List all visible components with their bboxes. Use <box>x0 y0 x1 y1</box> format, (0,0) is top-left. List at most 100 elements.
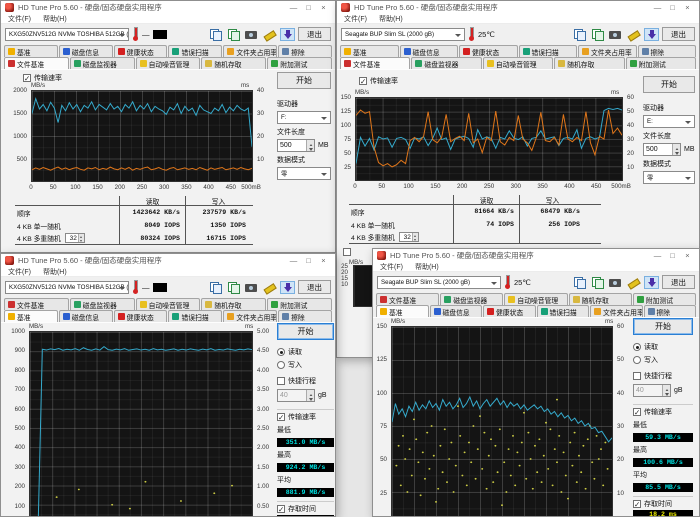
minimize-icon[interactable]: — <box>286 254 301 267</box>
exit-button[interactable]: 退出 <box>662 275 695 289</box>
copy-icon[interactable] <box>208 281 223 294</box>
start-button[interactable]: 开始 <box>633 318 693 335</box>
checkbox-box[interactable]: ✓ <box>277 413 285 421</box>
file-length-stepper[interactable]: 500 <box>277 139 315 152</box>
drive-letter-select[interactable]: E: <box>643 115 695 128</box>
drive-select[interactable]: Seagate BUP Slim SL (2000 gB) <box>377 276 501 289</box>
maximize-icon[interactable]: □ <box>665 249 680 262</box>
close-icon[interactable]: × <box>316 1 331 14</box>
tab-folder-usage[interactable]: 文件夹占用率 <box>223 45 277 57</box>
close-icon[interactable]: × <box>680 249 695 262</box>
transfer-rate-checkbox[interactable]: ✓传输速率 <box>277 412 334 422</box>
write-radio[interactable]: 写入 <box>633 355 693 365</box>
start-button[interactable]: 开始 <box>277 72 331 89</box>
tab-file-benchmark[interactable]: 文件基准 <box>4 298 69 310</box>
read-radio[interactable]: 读取 <box>633 342 693 352</box>
copy-icon[interactable] <box>572 276 587 289</box>
titlebar[interactable]: HD Tune Pro 5.60 - 硬盘/固态硬盘实用程序 — □ × <box>1 254 335 267</box>
highlight-icon[interactable] <box>262 28 277 41</box>
menu-help[interactable]: 帮助(H) <box>43 14 67 24</box>
tab-disk-monitor[interactable]: 磁盘监视器 <box>411 57 481 69</box>
tab-disk-info[interactable]: 磁盘信息 <box>430 305 483 317</box>
tab-error-scan[interactable]: 错误扫描 <box>537 305 590 317</box>
tab-health[interactable]: 健康状态 <box>459 45 518 57</box>
save-icon[interactable] <box>280 28 295 41</box>
radio-icon[interactable] <box>633 343 641 351</box>
copy-image-icon[interactable] <box>226 28 241 41</box>
tab-folder-usage[interactable]: 文件夹占用率 <box>578 45 637 57</box>
tab-aam[interactable]: 自动噪音管理 <box>136 298 201 310</box>
tab-erase[interactable]: 擦除 <box>278 310 332 322</box>
short-stroke-stepper[interactable]: 40 <box>633 384 671 397</box>
tab-disk-monitor[interactable]: 磁盘监视器 <box>440 293 503 305</box>
radio-icon[interactable] <box>633 356 641 364</box>
copy-icon[interactable] <box>208 28 223 41</box>
exit-button[interactable]: 退出 <box>298 280 331 294</box>
tab-file-benchmark[interactable]: 文件基准 <box>340 57 410 69</box>
tab-error-scan[interactable]: 错误扫描 <box>168 310 222 322</box>
save-icon[interactable] <box>280 281 295 294</box>
screenshot-icon[interactable] <box>244 281 259 294</box>
tab-aam[interactable]: 自动噪音管理 <box>504 293 567 305</box>
menu-file[interactable]: 文件(F) <box>380 262 403 272</box>
tab-error-scan[interactable]: 错误扫描 <box>519 45 578 57</box>
tab-file-benchmark[interactable]: 文件基准 <box>376 293 439 305</box>
tab-health[interactable]: 健康状态 <box>114 45 168 57</box>
checkbox-box[interactable] <box>277 377 285 385</box>
tab-random-access[interactable]: 随机存取 <box>554 57 624 69</box>
tab-erase[interactable]: 擦除 <box>644 305 697 317</box>
start-button[interactable]: 开始 <box>277 323 334 340</box>
checkbox-box[interactable]: ✓ <box>633 500 641 508</box>
tab-folder-usage[interactable]: 文件夹占用率 <box>223 310 277 322</box>
tab-random-access[interactable]: 随机存取 <box>201 57 266 69</box>
tab-extra-tests[interactable]: 附加测试 <box>633 293 696 305</box>
minimize-icon[interactable]: — <box>650 249 665 262</box>
tab-aam[interactable]: 自动噪音管理 <box>136 57 201 69</box>
secondary-checkbox[interactable] <box>343 248 351 256</box>
menu-file[interactable]: 文件(F) <box>344 14 367 24</box>
highlight-icon[interactable] <box>262 281 277 294</box>
tab-disk-info[interactable]: 磁盘信息 <box>59 310 113 322</box>
screenshot-icon[interactable] <box>608 276 623 289</box>
transfer-rate-checkbox[interactable]: ✓ 传输速率 <box>359 76 398 86</box>
titlebar[interactable]: HD Tune Pro 5.60 - 硬盘/固态硬盘实用程序 — □ × <box>373 249 699 262</box>
tab-benchmark[interactable]: 基准 <box>4 310 58 322</box>
read-radio[interactable]: 读取 <box>277 347 334 357</box>
menu-help[interactable]: 帮助(H) <box>43 267 67 277</box>
short-stroke-stepper[interactable]: 40 <box>277 389 315 402</box>
access-time-checkbox[interactable]: ✓存取时间 <box>277 504 334 514</box>
drive-letter-select[interactable]: F: <box>277 111 331 124</box>
drive-select[interactable]: Seagate BUP Slim SL (2000 gB) <box>341 28 465 41</box>
tab-benchmark[interactable]: 基准 <box>376 305 429 317</box>
tab-benchmark[interactable]: 基准 <box>4 45 58 57</box>
drive-select[interactable]: KXG50ZNV512G NVMe TOSHIBA 512GB (512 gB) <box>5 28 129 41</box>
file-length-stepper[interactable]: 500 <box>643 143 681 156</box>
highlight-icon[interactable] <box>626 28 641 41</box>
tab-health[interactable]: 健康状态 <box>483 305 536 317</box>
copy-image-icon[interactable] <box>590 276 605 289</box>
tab-extra-tests[interactable]: 附加测试 <box>267 57 332 69</box>
checkbox-box[interactable]: ✓ <box>633 408 641 416</box>
tab-disk-info[interactable]: 磁盘信息 <box>59 45 113 57</box>
short-stroke-checkbox[interactable]: 快捷行程 <box>277 376 334 386</box>
radio-icon[interactable] <box>277 361 285 369</box>
tab-disk-monitor[interactable]: 磁盘监视器 <box>70 298 135 310</box>
tab-aam[interactable]: 自动噪音管理 <box>483 57 553 69</box>
write-radio[interactable]: 写入 <box>277 360 334 370</box>
queue-depth-stepper[interactable]: 32 <box>399 232 419 242</box>
start-button[interactable]: 开始 <box>643 76 695 93</box>
tab-erase[interactable]: 擦除 <box>278 45 332 57</box>
maximize-icon[interactable]: □ <box>665 1 680 14</box>
copy-image-icon[interactable] <box>226 281 241 294</box>
menu-file[interactable]: 文件(F) <box>8 14 31 24</box>
maximize-icon[interactable]: □ <box>301 1 316 14</box>
titlebar[interactable]: HD Tune Pro 5.60 - 硬盘/固态硬盘实用程序 — □ × <box>337 1 699 14</box>
data-mode-select[interactable]: 零 <box>277 167 331 180</box>
checkbox-box[interactable] <box>343 248 351 256</box>
menu-help[interactable]: 帮助(H) <box>415 262 439 272</box>
tab-random-access[interactable]: 随机存取 <box>201 298 266 310</box>
menu-file[interactable]: 文件(F) <box>8 267 31 277</box>
drive-select[interactable]: KXG50ZNV512G NVMe TOSHIBA 512GB (512 gB) <box>5 281 129 294</box>
close-icon[interactable]: × <box>680 1 695 14</box>
save-icon[interactable] <box>644 276 659 289</box>
